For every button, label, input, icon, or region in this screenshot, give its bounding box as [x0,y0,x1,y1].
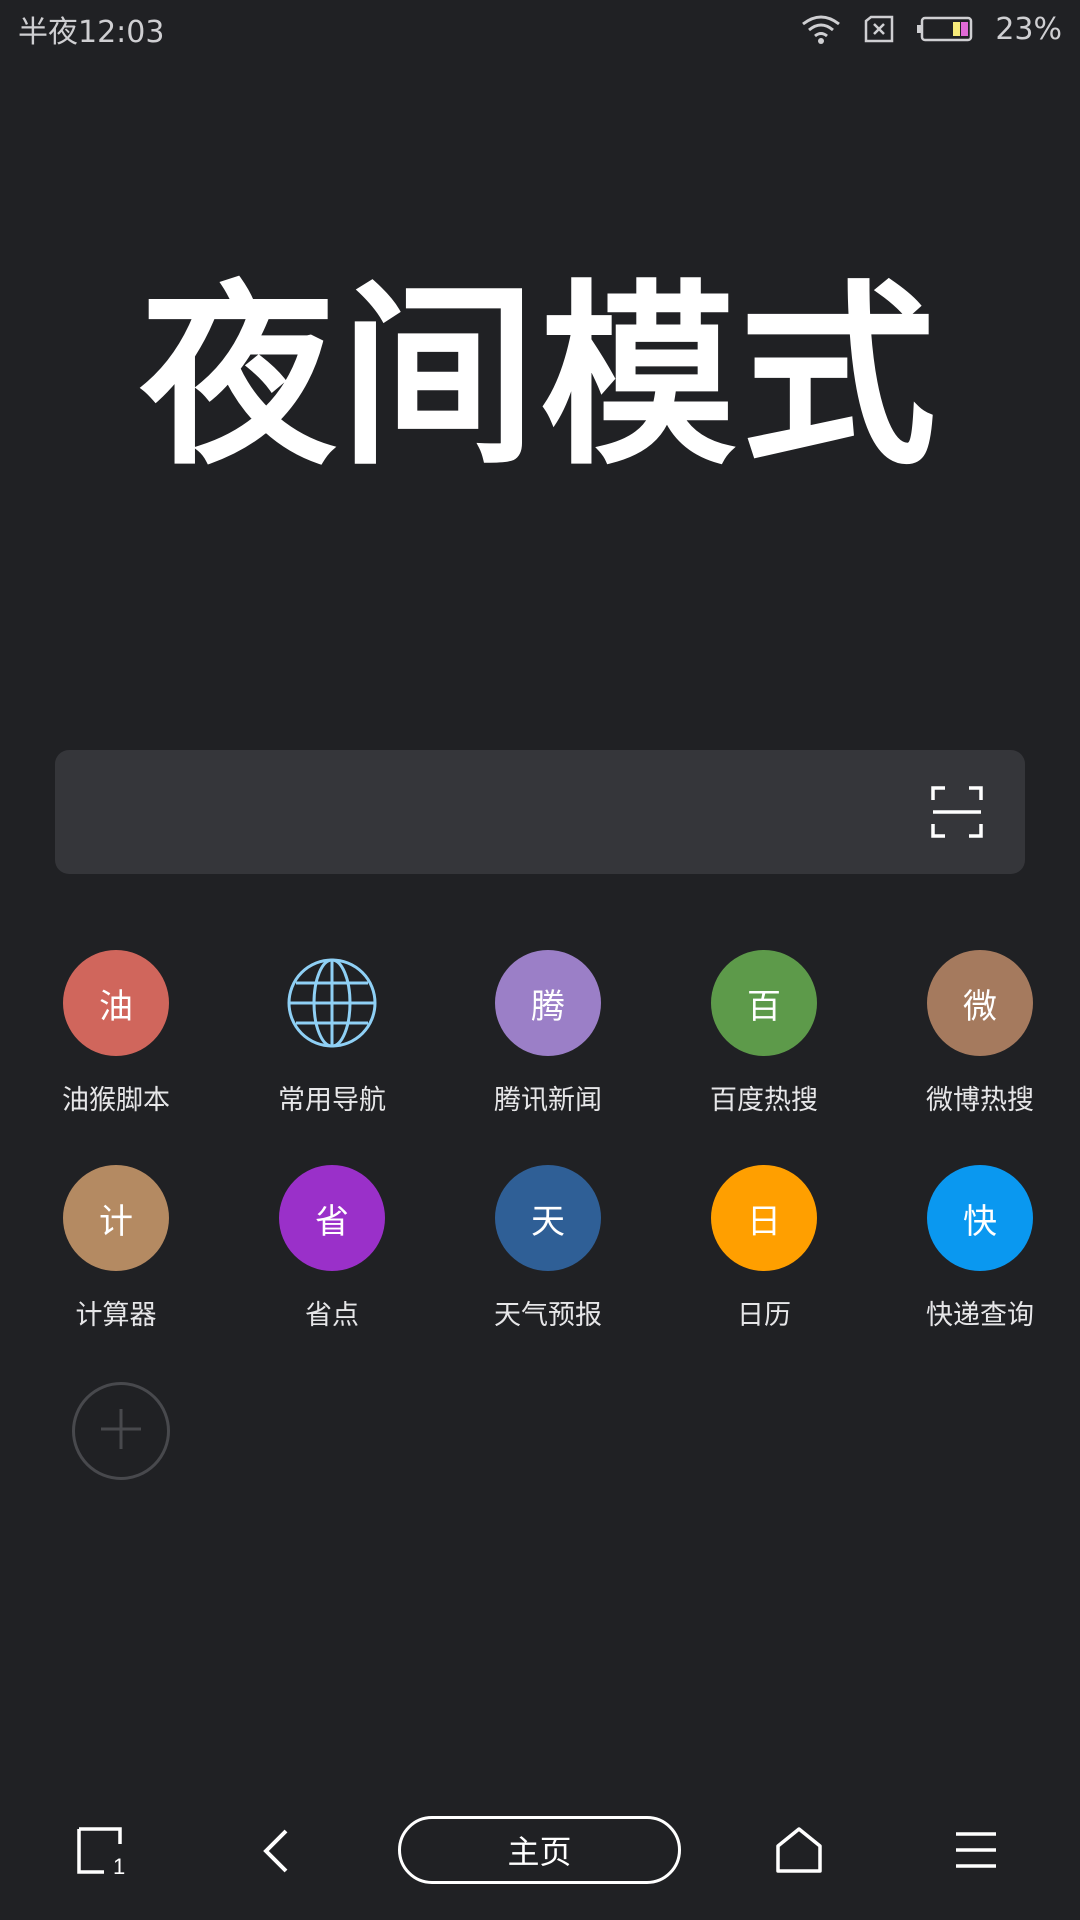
shortcut-express[interactable]: 快 快递查询 [880,1165,1080,1332]
tabs-button[interactable]: 1 [76,1826,128,1876]
shortcut-calculator[interactable]: 计 计算器 [16,1165,216,1332]
status-time: 半夜12:03 [18,15,165,50]
shortcut-calendar[interactable]: 日 日历 [664,1165,864,1332]
home-page-button[interactable]: 主页 [398,1816,681,1884]
shortcut-label: 腾讯新闻 [494,1085,602,1116]
home-icon [776,1827,822,1873]
add-shortcut-button[interactable] [72,1382,170,1480]
scan-icon[interactable] [929,784,985,840]
back-button[interactable] [258,1828,294,1874]
shortcut-row-2: 计 计算器 省 省点 天 天气预报 日 日历 快 快递查询 [0,1165,1080,1332]
shortcut-weibo-hot[interactable]: 微 微博热搜 [880,950,1080,1117]
shortcut-label: 快递查询 [926,1300,1034,1331]
menu-icon [956,1832,996,1868]
shortcut-label: 常用导航 [278,1085,386,1116]
shortcut-label: 微博热搜 [926,1085,1034,1116]
shortcut-grid: 油 油猴脚本 常用导航 腾 腾讯新闻 百 百度热搜 微 微博热搜 计 计算器 省… [0,950,1080,1380]
shortcut-label: 油猴脚本 [62,1085,170,1116]
browser-home-screen: 半夜12:03 23% 夜间模式 油 油猴脚本 常用导航 腾 腾讯新闻 百 百度… [0,0,1080,1920]
shortcut-tampermonkey-icon: 油 [63,950,169,1056]
shortcut-tencent-news-icon: 腾 [495,950,601,1056]
wifi-icon [801,13,841,45]
plus-icon [99,1407,143,1455]
battery-percent: 23% [995,11,1062,47]
menu-button[interactable] [954,1830,998,1870]
status-icons: 23% [801,12,1062,47]
globe-icon [279,950,385,1056]
shortcut-tencent-news[interactable]: 腾 腾讯新闻 [448,950,648,1117]
shortcut-weather[interactable]: 天 天气预报 [448,1165,648,1332]
tabs-icon: 1 [77,1827,125,1876]
shortcut-calculator-icon: 计 [63,1165,169,1271]
shortcut-label: 计算器 [75,1300,157,1331]
back-icon [263,1829,288,1873]
shortcut-label: 日历 [737,1300,791,1331]
search-bar[interactable] [55,750,1025,874]
no-sim-icon [863,15,895,43]
shortcut-row-1: 油 油猴脚本 常用导航 腾 腾讯新闻 百 百度热搜 微 微博热搜 [0,950,1080,1117]
shortcut-shengdian[interactable]: 省 省点 [232,1165,432,1332]
shortcut-tampermonkey[interactable]: 油 油猴脚本 [16,950,216,1117]
shortcut-baidu-hot[interactable]: 百 百度热搜 [664,950,864,1117]
shortcut-calendar-icon: 日 [711,1165,817,1271]
shortcut-navigation[interactable]: 常用导航 [232,950,432,1117]
shortcut-weather-icon: 天 [495,1165,601,1271]
tabs-count: 1 [113,1854,125,1876]
shortcut-weibo-hot-icon: 微 [927,950,1033,1056]
shortcut-shengdian-icon: 省 [279,1165,385,1271]
shortcut-label: 天气预报 [494,1300,602,1331]
shortcut-label: 省点 [305,1300,359,1331]
status-bar: 半夜12:03 23% [0,0,1080,58]
shortcut-baidu-hot-icon: 百 [711,950,817,1056]
bottom-nav: 1 主页 [0,1800,1080,1900]
page-title: 夜间模式 [139,264,940,492]
shortcut-label: 百度热搜 [710,1085,818,1116]
battery-icon [917,16,973,42]
shortcut-express-icon: 快 [927,1165,1033,1271]
home-button[interactable] [774,1826,824,1874]
